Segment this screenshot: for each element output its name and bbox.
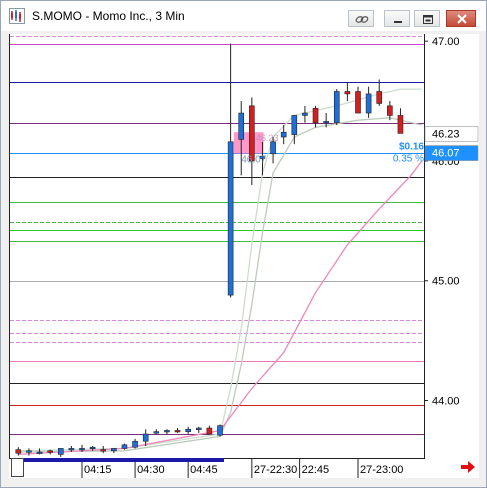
candle-body[interactable] xyxy=(57,448,64,455)
candle-body[interactable] xyxy=(227,141,234,296)
scroll-box[interactable] xyxy=(11,458,24,477)
candle-body[interactable] xyxy=(365,93,372,114)
candle-body[interactable] xyxy=(195,427,202,430)
title-bar[interactable]: S.MOMO - Momo Inc., 3 Min xyxy=(1,1,486,31)
close-button[interactable] xyxy=(446,10,476,27)
candle-body[interactable] xyxy=(47,450,53,453)
candle-body[interactable] xyxy=(280,131,287,138)
candle-body[interactable] xyxy=(142,433,149,442)
candle-body[interactable] xyxy=(206,427,213,435)
candle-body[interactable] xyxy=(376,91,383,104)
candle-body[interactable] xyxy=(238,112,245,140)
price-chart[interactable]: 47.0046.0045.0044.00 04:15 04:30 04:45 27-2… xyxy=(9,34,479,478)
x-tick-label: 27-23:00 xyxy=(360,464,403,476)
chart-window: S.MOMO - Momo Inc., 3 Min 47.00 46.00 45… xyxy=(0,0,487,488)
candle-body[interactable] xyxy=(100,449,107,452)
restore-icon xyxy=(423,15,433,24)
scroll-right-arrow-icon[interactable] xyxy=(460,460,476,474)
x-tick-label: 04:30 xyxy=(137,464,165,476)
window-title: S.MOMO - Momo Inc., 3 Min xyxy=(32,9,185,23)
link-icon xyxy=(355,16,369,23)
candle-body[interactable] xyxy=(333,91,340,123)
price-label: 46.23 xyxy=(432,128,460,140)
candle-body[interactable] xyxy=(121,444,128,449)
price-shadow-label: 46.07 xyxy=(241,155,266,166)
close-icon xyxy=(457,14,467,24)
box-price-label: 46.23 xyxy=(256,133,279,143)
change-percent: 0.35 % xyxy=(393,154,424,165)
restore-button[interactable] xyxy=(414,10,440,27)
candle-body[interactable] xyxy=(355,91,361,114)
candle-body[interactable] xyxy=(132,440,138,448)
candle-body[interactable] xyxy=(323,121,329,124)
candle-body[interactable] xyxy=(344,91,351,95)
candle-body[interactable] xyxy=(270,141,276,155)
candle-body[interactable] xyxy=(15,449,22,454)
candle-body[interactable] xyxy=(164,430,170,433)
candle-body[interactable] xyxy=(79,448,85,451)
x-tick-label: 04:15 xyxy=(84,464,112,476)
x-tick-label: 27-22:30 xyxy=(254,464,297,476)
candle-body[interactable] xyxy=(387,105,393,116)
candle-body[interactable] xyxy=(217,425,223,436)
scroll-range-bar[interactable] xyxy=(24,458,224,462)
candle-body[interactable] xyxy=(153,431,160,434)
candle-body[interactable] xyxy=(68,448,75,451)
candle-body[interactable] xyxy=(185,428,191,432)
candle-body[interactable] xyxy=(312,107,319,123)
candle-body[interactable] xyxy=(111,448,117,452)
candle-body[interactable] xyxy=(291,115,298,135)
candle-body[interactable] xyxy=(302,112,308,116)
chart-app-icon xyxy=(9,8,25,24)
candle-body[interactable] xyxy=(249,105,255,162)
candle-body[interactable] xyxy=(174,430,181,433)
price-label: 46.07 xyxy=(432,148,460,160)
y-tick-label: 47.00 xyxy=(432,36,460,48)
chart-area[interactable]: 47.00 46.00 45.00 44.00 04:15 04:30 04:45 27-2… xyxy=(9,34,479,478)
x-tick-label: 22:45 xyxy=(302,464,330,476)
candle-body[interactable] xyxy=(89,446,96,450)
candle-body[interactable] xyxy=(36,451,43,454)
y-tick-label: 44.00 xyxy=(432,396,460,408)
link-button[interactable] xyxy=(348,10,374,27)
minimize-button[interactable] xyxy=(384,10,410,27)
change-amount: $0.16 xyxy=(399,142,424,153)
x-tick-label: 04:45 xyxy=(190,464,218,476)
minimize-icon xyxy=(394,21,402,23)
candle-body[interactable] xyxy=(397,115,404,134)
y-tick-label: 45.00 xyxy=(432,276,460,288)
candle-body[interactable] xyxy=(26,450,32,453)
